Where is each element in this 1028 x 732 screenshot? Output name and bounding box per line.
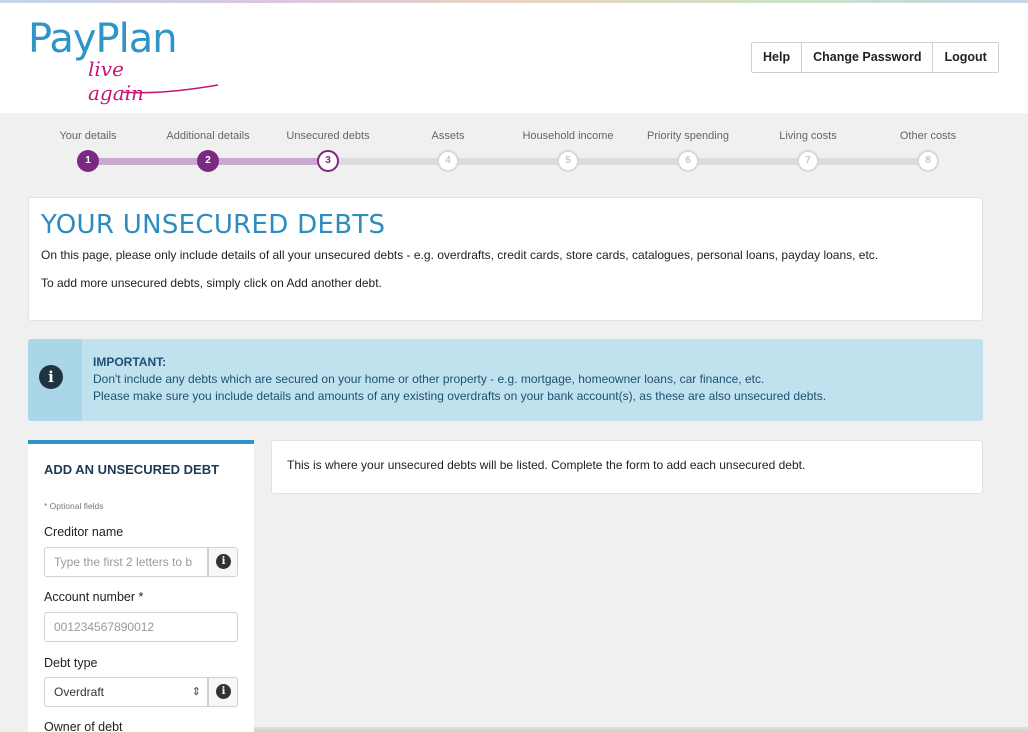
progress-stepper: Your details 1 Additional details 2 Unse…	[28, 130, 983, 180]
step-number: 3	[317, 150, 339, 172]
change-password-button[interactable]: Change Password	[802, 42, 934, 73]
intro-add-hint: To add more unsecured debts, simply clic…	[41, 276, 382, 290]
site-header: PayPlan live again Help Change Password …	[0, 3, 1028, 113]
logout-button[interactable]: Logout	[933, 42, 999, 73]
optional-fields-note: * Optional fields	[44, 501, 104, 511]
window-bottom-edge	[254, 727, 1028, 732]
step-label: Other costs	[899, 130, 957, 142]
notice-line-overdrafts: Please make sure you include details and…	[93, 389, 827, 403]
notice-title: IMPORTANT:	[93, 355, 167, 369]
step-additional-details[interactable]: Additional details 2	[148, 130, 268, 172]
step-household-income: Household income 5	[508, 130, 628, 172]
form-title: ADD AN UNSECURED DEBT	[44, 462, 220, 477]
help-button[interactable]: Help	[751, 42, 803, 73]
info-icon: i	[216, 684, 231, 699]
owner-of-debt-label: Owner of debt	[44, 720, 123, 732]
notice-line-secured: Don't include any debts which are secure…	[93, 372, 765, 386]
notice-icon-box: i	[28, 339, 82, 421]
step-number: 6	[677, 150, 699, 172]
step-number: 5	[557, 150, 579, 172]
creditor-name-input[interactable]: Type the first 2 letters to b	[44, 547, 208, 577]
intro-text: On this page, please only include detail…	[41, 248, 879, 262]
step-assets: Assets 4	[388, 130, 508, 172]
info-icon: i	[216, 554, 231, 569]
creditor-name-label: Creditor name	[44, 525, 124, 539]
account-number-input[interactable]: 001234567890012	[44, 612, 238, 642]
creditor-info-button[interactable]: i	[208, 547, 238, 577]
debt-type-label: Debt type	[44, 656, 98, 670]
step-label: Your details	[59, 130, 117, 142]
logo-swoosh-icon	[121, 84, 219, 94]
step-priority-spending: Priority spending 6	[628, 130, 748, 172]
debt-list-empty-message: This is where your unsecured debts will …	[287, 458, 806, 472]
info-icon: i	[39, 365, 63, 389]
account-number-label: Account number *	[44, 590, 144, 604]
step-living-costs: Living costs 7	[748, 130, 868, 172]
debt-type-info-button[interactable]: i	[208, 677, 238, 707]
important-notice: i IMPORTANT: Don't include any debts whi…	[28, 339, 983, 421]
step-label: Assets	[431, 130, 465, 142]
debt-type-value: Overdraft	[54, 685, 105, 699]
debt-type-select[interactable]: Overdraft ⇕	[44, 677, 208, 707]
notice-text: IMPORTANT: Don't include any debts which…	[93, 354, 826, 405]
step-label: Unsecured debts	[286, 130, 370, 142]
step-number: 1	[77, 150, 99, 172]
step-number: 2	[197, 150, 219, 172]
step-label: Priority spending	[647, 130, 729, 142]
debt-list-panel: This is where your unsecured debts will …	[271, 440, 983, 494]
step-unsecured-debts[interactable]: Unsecured debts 3	[268, 130, 388, 172]
step-label: Household income	[522, 130, 614, 142]
add-debt-form: ADD AN UNSECURED DEBT * Optional fields …	[28, 440, 254, 732]
step-label: Living costs	[779, 130, 837, 142]
payplan-logo[interactable]: PayPlan live again	[28, 16, 219, 105]
intro-panel: YOUR UNSECURED DEBTS On this page, pleas…	[28, 197, 983, 321]
header-button-group: Help Change Password Logout	[751, 42, 999, 73]
step-number: 7	[797, 150, 819, 172]
step-your-details[interactable]: Your details 1	[28, 130, 148, 172]
step-label: Additional details	[166, 130, 250, 142]
step-number: 8	[917, 150, 939, 172]
select-arrows-icon: ⇕	[191, 686, 201, 698]
page-title: YOUR UNSECURED DEBTS	[41, 210, 386, 240]
step-number: 4	[437, 150, 459, 172]
logo-tagline: live again	[88, 57, 144, 105]
logo-wordmark: PayPlan	[28, 16, 178, 62]
step-other-costs: Other costs 8	[868, 130, 988, 172]
